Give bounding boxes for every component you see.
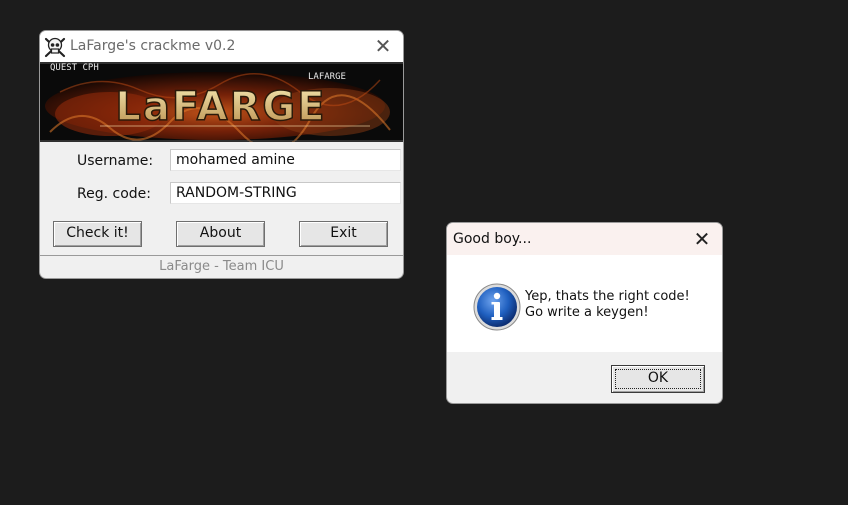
info-icon — [473, 283, 521, 331]
message-line-1: Yep, thats the right code! — [525, 289, 690, 304]
crackme-titlebar[interactable]: LaFarge's crackme v0.2 ✕ — [40, 31, 403, 62]
close-icon[interactable]: ✕ — [688, 228, 716, 250]
banner-logo-text: LaFARGE — [115, 84, 326, 130]
lafarge-banner: QUEST CPH LAFARGE LaFARGE — [40, 62, 403, 142]
regcode-row: Reg. code: RANDOM-STRING — [40, 182, 403, 208]
banner-artwork: QUEST CPH LAFARGE LaFARGE — [40, 62, 403, 142]
regcode-input[interactable]: RANDOM-STRING — [170, 182, 401, 204]
username-row: Username: mohamed amine — [40, 149, 403, 175]
banner-corner-left: QUEST CPH — [50, 63, 99, 73]
msgbox-body: Yep, thats the right code! Go write a ke… — [447, 255, 722, 352]
msgbox-message: Yep, thats the right code! Go write a ke… — [525, 289, 690, 321]
about-button[interactable]: About — [176, 221, 265, 247]
skull-crossbones-icon — [44, 37, 66, 58]
check-it-button[interactable]: Check it! — [53, 221, 142, 247]
message-box: Good boy... ✕ Yep, thats the right code!… — [446, 222, 723, 404]
ok-button[interactable]: OK — [611, 365, 705, 393]
status-bar: LaFarge - Team ICU — [40, 255, 403, 278]
regcode-label: Reg. code: — [77, 186, 151, 202]
banner-corner-right: LAFARGE — [308, 72, 346, 82]
crackme-window: LaFarge's crackme v0.2 ✕ QUEST CPH LAFAR… — [39, 30, 404, 279]
msgbox-title: Good boy... — [453, 231, 532, 247]
message-line-2: Go write a keygen! — [525, 305, 649, 320]
exit-button[interactable]: Exit — [299, 221, 388, 247]
msgbox-titlebar[interactable]: Good boy... ✕ — [447, 223, 722, 255]
focus-rectangle — [615, 369, 701, 389]
close-icon[interactable]: ✕ — [369, 35, 397, 57]
username-label: Username: — [77, 153, 154, 169]
username-input[interactable]: mohamed amine — [170, 149, 401, 171]
crackme-title: LaFarge's crackme v0.2 — [70, 38, 236, 54]
